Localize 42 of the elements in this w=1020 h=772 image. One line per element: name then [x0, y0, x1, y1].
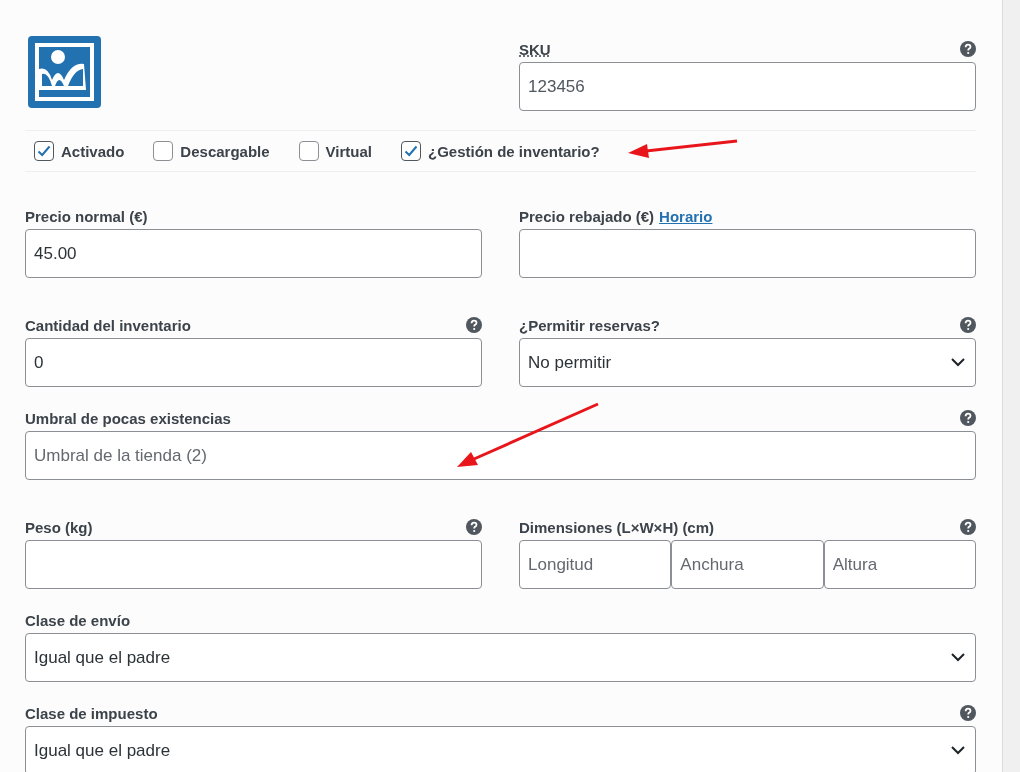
field-label: ¿Permitir reservas? — [519, 316, 660, 334]
text-field[interactable]: 45.00 — [25, 229, 482, 278]
help-icon[interactable] — [960, 519, 976, 535]
field-label: Dimensiones (L×W×H) (cm) — [519, 518, 715, 536]
text-field[interactable] — [519, 229, 976, 278]
dimension-field[interactable]: Longitud — [519, 540, 672, 589]
checkbox[interactable] — [298, 141, 319, 161]
chevron-down-icon — [951, 746, 965, 755]
field-label: Precio normal (€) — [25, 207, 148, 225]
help-icon[interactable] — [466, 519, 482, 535]
field-label: Cantidad del inventario — [25, 316, 191, 334]
product-image-icon[interactable] — [28, 36, 101, 108]
field-label: Clase de impuesto — [25, 704, 158, 722]
checkbox-label: Descargable — [180, 142, 270, 160]
help-icon[interactable] — [960, 41, 976, 57]
dropdown[interactable]: Igual que el padre — [25, 726, 976, 772]
help-icon[interactable] — [960, 705, 976, 721]
checkbox[interactable] — [34, 141, 54, 161]
sku-field[interactable]: 123456 — [519, 62, 976, 111]
checkbox-label: ¿Gestión de inventario? — [428, 142, 600, 160]
field-label: Peso (kg) — [25, 518, 93, 536]
field-label: Precio rebajado (€) — [519, 207, 655, 225]
field-label: SKU — [519, 40, 551, 58]
help-icon[interactable] — [960, 410, 976, 426]
checkbox[interactable] — [153, 141, 174, 161]
text-field[interactable] — [25, 540, 482, 589]
checkbox[interactable] — [401, 141, 421, 161]
text-field[interactable]: 0 — [25, 338, 482, 387]
chevron-down-icon — [951, 653, 965, 662]
dimension-field[interactable]: Altura — [823, 540, 976, 589]
text-field[interactable]: Umbral de la tienda (2) — [25, 431, 976, 480]
field-label: Clase de envío — [25, 611, 131, 629]
help-icon[interactable] — [960, 317, 976, 333]
checkbox-label: Activado — [61, 142, 125, 160]
dropdown[interactable]: Igual que el padre — [25, 633, 976, 682]
checkbox-label: Virtual — [325, 142, 372, 160]
help-icon[interactable] — [466, 317, 482, 333]
field-label: Umbral de pocas existencias — [25, 409, 231, 427]
dimension-field[interactable]: Anchura — [671, 540, 824, 589]
chevron-down-icon — [951, 358, 965, 367]
schedule-link[interactable]: Horario — [659, 207, 713, 225]
dropdown[interactable]: No permitir — [519, 338, 976, 387]
